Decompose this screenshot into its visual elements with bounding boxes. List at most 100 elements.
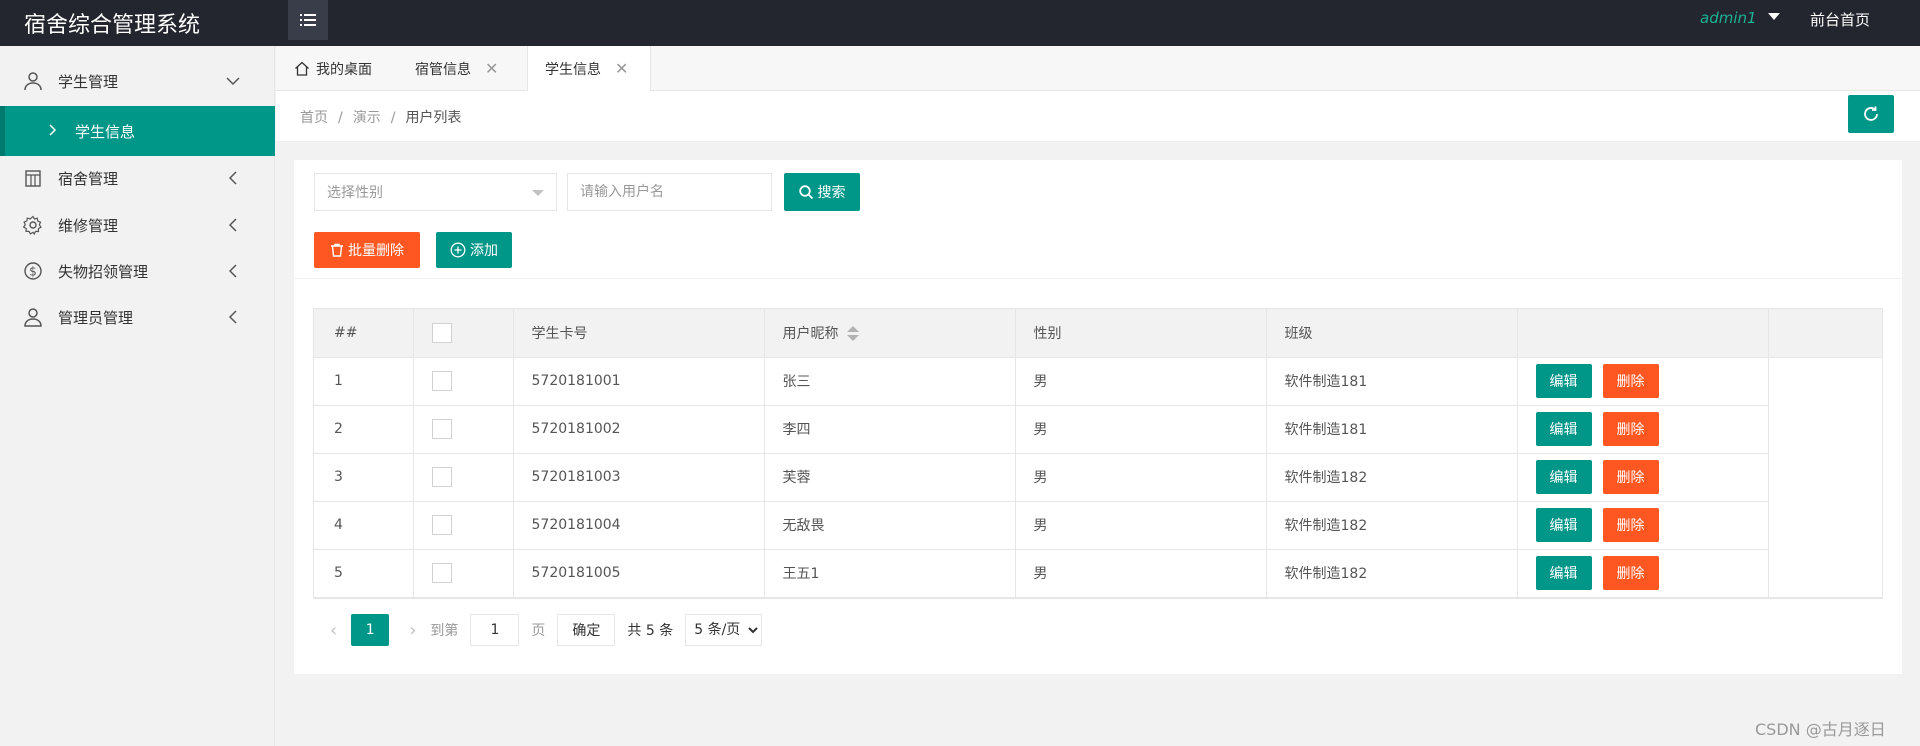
tab-label: 学生信息 [545, 61, 601, 78]
cell-ops: 编辑 删除 [1517, 357, 1769, 406]
cell-index: 1 [314, 357, 414, 406]
col-header-nickname[interactable]: 用户昵称 [764, 309, 1016, 358]
cell-class: 软件制造181 [1266, 405, 1518, 454]
tab-label: 我的桌面 [316, 61, 372, 78]
row-checkbox[interactable] [431, 419, 452, 439]
cell-empty [1768, 453, 1883, 501]
cell-gender: 男 [1015, 357, 1267, 406]
row-checkbox[interactable] [431, 515, 452, 535]
sort-icon[interactable] [846, 325, 859, 342]
search-button[interactable]: 搜索 [784, 173, 860, 211]
refresh-icon [1864, 106, 1878, 121]
username-input[interactable] [567, 173, 772, 211]
add-button[interactable]: 添加 [436, 232, 512, 268]
user-icon [22, 70, 44, 92]
cell-index: 4 [314, 501, 414, 550]
cell-class: 软件制造181 [1266, 357, 1518, 406]
goto-page-input[interactable] [470, 614, 520, 646]
cell-index: 5 [314, 549, 414, 598]
close-icon[interactable]: ✕ [485, 59, 498, 78]
cell-card: 5720181005 [513, 549, 765, 598]
cell-select [413, 357, 514, 406]
total-count: 共 5 条 [627, 623, 674, 639]
divider [294, 278, 1902, 279]
breadcrumb-demo[interactable]: 演示 [353, 110, 381, 126]
tab-student-info[interactable]: 学生信息 ✕ [527, 46, 652, 91]
batch-delete-button[interactable]: 批量删除 [314, 232, 420, 268]
cell-ops: 编辑 删除 [1517, 549, 1769, 598]
edit-button[interactable]: 编辑 [1535, 556, 1592, 590]
goto-confirm-button[interactable]: 确定 [557, 614, 616, 646]
goto-label: 到第 [430, 623, 459, 639]
delete-button[interactable]: 删除 [1602, 460, 1659, 494]
add-label: 添加 [470, 243, 498, 259]
select-all-checkbox[interactable] [431, 322, 452, 343]
breadcrumb-current: 用户列表 [405, 110, 462, 126]
cell-gender: 男 [1015, 549, 1267, 598]
cell-select [413, 549, 514, 598]
front-home-link[interactable]: 前台首页 [1810, 9, 1870, 30]
watermark: CSDN @古月逐日 [1755, 720, 1886, 739]
col-header-class: 班级 [1266, 309, 1518, 358]
table-row: 5 5720181005 王五1 男 软件制造182 编辑 删除 [314, 549, 1883, 598]
cell-index: 3 [314, 453, 414, 502]
next-page-icon[interactable]: › [409, 620, 416, 641]
cell-card: 5720181003 [513, 453, 765, 502]
col-header-index: ## [314, 309, 414, 358]
col-header-select [413, 309, 514, 358]
cell-class: 软件制造182 [1266, 549, 1518, 598]
chevron-down-icon[interactable] [1768, 13, 1780, 20]
sidebar-item-student-management[interactable]: 学生管理 [0, 58, 275, 104]
delete-button[interactable]: 删除 [1602, 508, 1659, 542]
chevron-right-icon [49, 122, 57, 140]
sidebar-item-label: 失物招领管理 [58, 262, 149, 281]
chevron-left-icon [226, 218, 240, 232]
row-checkbox[interactable] [431, 467, 452, 487]
top-header: 宿舍综合管理系统 admin1 前台首页 [0, 0, 1920, 46]
search-label: 搜索 [817, 185, 846, 201]
table-row: 4 5720181004 无敌畏 男 软件制造182 编辑 删除 [314, 501, 1883, 550]
delete-button[interactable]: 删除 [1602, 412, 1659, 446]
page-size-select[interactable]: 5 条/页 [685, 614, 763, 646]
cell-nickname: 李四 [764, 405, 1016, 454]
delete-button[interactable]: 删除 [1602, 556, 1659, 590]
tab-my-desktop[interactable]: 我的桌面 [294, 46, 372, 91]
refresh-button[interactable] [1848, 95, 1894, 133]
sidebar-subitem-student-info[interactable]: 学生信息 [0, 106, 275, 156]
svg-text:$: $ [29, 265, 37, 279]
row-checkbox[interactable] [431, 563, 452, 583]
delete-button[interactable]: 删除 [1602, 364, 1659, 398]
sidebar-item-lost-found-management[interactable]: $ 失物招领管理 [0, 248, 275, 294]
col-header-extra [1768, 309, 1883, 358]
cell-gender: 男 [1015, 405, 1267, 454]
edit-button[interactable]: 编辑 [1535, 460, 1592, 494]
cell-select [413, 501, 514, 550]
prev-page-icon[interactable]: ‹ [330, 620, 337, 641]
menu-toggle-button[interactable] [288, 0, 328, 40]
breadcrumb-home[interactable]: 首页 [300, 110, 328, 126]
sidebar: 学生管理 学生信息 宿舍管理 维修管理 $ 失物招领管理 管理员管理 [0, 46, 275, 746]
edit-button[interactable]: 编辑 [1535, 412, 1592, 446]
gender-select-placeholder: 选择性别 [327, 185, 383, 201]
cell-nickname: 王五1 [764, 549, 1016, 598]
table-header-row: ## 学生卡号 用户昵称 性别 班级 [314, 309, 1883, 358]
sidebar-item-repair-management[interactable]: 维修管理 [0, 202, 275, 248]
edit-button[interactable]: 编辑 [1535, 508, 1592, 542]
close-icon[interactable]: ✕ [615, 59, 628, 78]
row-checkbox[interactable] [431, 371, 452, 391]
sidebar-item-admin-management[interactable]: 管理员管理 [0, 294, 275, 340]
tab-dorm-manager-info[interactable]: 宿管信息 ✕ [415, 46, 498, 91]
sidebar-item-dorm-management[interactable]: 宿舍管理 [0, 155, 275, 201]
cell-ops: 编辑 删除 [1517, 405, 1769, 454]
page-number-current[interactable]: 1 [351, 614, 390, 646]
cell-class: 软件制造182 [1266, 453, 1518, 502]
chevron-left-icon [226, 264, 240, 278]
user-menu[interactable]: admin1 [1700, 9, 1757, 27]
search-icon [798, 184, 813, 199]
edit-button[interactable]: 编辑 [1535, 364, 1592, 398]
cell-empty [1768, 405, 1883, 453]
breadcrumb: 首页 / 演示 / 用户列表 [300, 110, 462, 126]
cell-empty [1768, 357, 1883, 405]
gender-select[interactable]: 选择性别 [314, 173, 557, 211]
cell-gender: 男 [1015, 453, 1267, 502]
